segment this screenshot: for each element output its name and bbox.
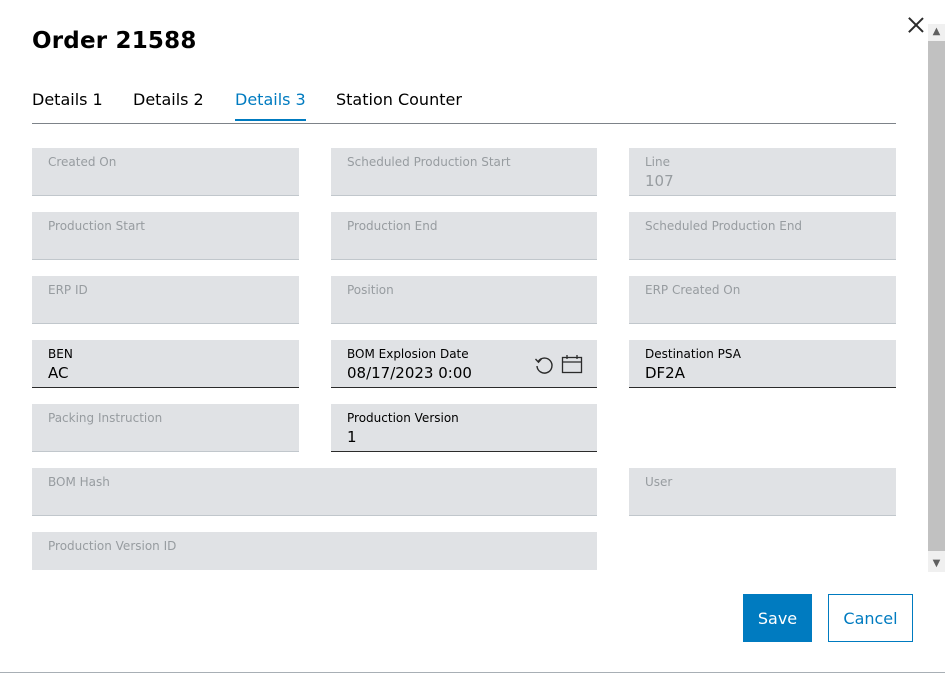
field-label: Production Version	[347, 411, 459, 425]
field-label: Production Version ID	[48, 539, 177, 553]
position-field[interactable]: Position	[331, 276, 597, 324]
field-label: BOM Hash	[48, 475, 110, 489]
field-label: Created On	[48, 155, 117, 169]
ben-field[interactable]: BEN AC	[32, 340, 299, 388]
save-button[interactable]: Save	[743, 594, 812, 642]
reset-icon[interactable]	[533, 354, 555, 376]
field-value: 107	[645, 172, 674, 190]
production-end-field[interactable]: Production End	[331, 212, 597, 260]
erp-created-on-field[interactable]: ERP Created On	[629, 276, 896, 324]
calendar-icon[interactable]	[561, 354, 583, 376]
packing-instruction-field[interactable]: Packing Instruction	[32, 404, 299, 452]
tab-bar: Details 1 Details 2 Details 3 Station Co…	[32, 88, 896, 124]
scroll-down-icon[interactable]: ▼	[928, 556, 945, 572]
tab-details-2[interactable]: Details 2	[133, 88, 204, 123]
production-start-field[interactable]: Production Start	[32, 212, 299, 260]
dialog-bottom-edge	[0, 672, 945, 676]
scrollbar-thumb[interactable]	[928, 41, 945, 551]
field-label: ERP ID	[48, 283, 88, 297]
bom-explosion-date-field[interactable]: BOM Explosion Date 08/17/2023 0:00	[331, 340, 597, 388]
created-on-field[interactable]: Created On	[32, 148, 299, 196]
line-field[interactable]: Line 107	[629, 148, 896, 196]
field-label: BOM Explosion Date	[347, 347, 469, 361]
field-label: Production End	[347, 219, 438, 233]
field-label: Position	[347, 283, 394, 297]
order-dialog: Order 21588 Details 1 Details 2 Details …	[0, 0, 945, 672]
field-value: 08/17/2023 0:00	[347, 364, 472, 382]
field-label: Line	[645, 155, 671, 169]
production-version-field[interactable]: Production Version 1	[331, 404, 597, 452]
cancel-button[interactable]: Cancel	[828, 594, 913, 642]
close-icon[interactable]	[905, 14, 927, 36]
erp-id-field[interactable]: ERP ID	[32, 276, 299, 324]
field-value: AC	[48, 364, 69, 382]
bom-hash-field[interactable]: BOM Hash	[32, 468, 597, 516]
field-value: 1	[347, 428, 357, 446]
tab-details-1[interactable]: Details 1	[32, 88, 103, 123]
field-label: BEN	[48, 347, 73, 361]
field-value: DF2A	[645, 364, 685, 382]
field-label: Destination PSA	[645, 347, 741, 361]
scheduled-production-start-field[interactable]: Scheduled Production Start	[331, 148, 597, 196]
dialog-title: Order 21588	[32, 28, 197, 54]
production-version-id-field[interactable]: Production Version ID	[32, 532, 597, 570]
scheduled-production-end-field[interactable]: Scheduled Production End	[629, 212, 896, 260]
field-label: Scheduled Production End	[645, 219, 803, 233]
scroll-up-icon[interactable]: ▲	[928, 24, 945, 40]
field-label: Production Start	[48, 219, 145, 233]
field-label: Packing Instruction	[48, 411, 163, 425]
date-field-actions	[533, 354, 583, 376]
field-label: Scheduled Production Start	[347, 155, 511, 169]
destination-psa-field[interactable]: Destination PSA DF2A	[629, 340, 896, 388]
tab-station-counter[interactable]: Station Counter	[336, 88, 462, 123]
tab-details-3[interactable]: Details 3	[235, 88, 306, 121]
field-label: ERP Created On	[645, 283, 741, 297]
field-label: User	[645, 475, 673, 489]
user-field[interactable]: User	[629, 468, 896, 516]
scrollbar[interactable]: ▲ ▼	[928, 24, 945, 572]
